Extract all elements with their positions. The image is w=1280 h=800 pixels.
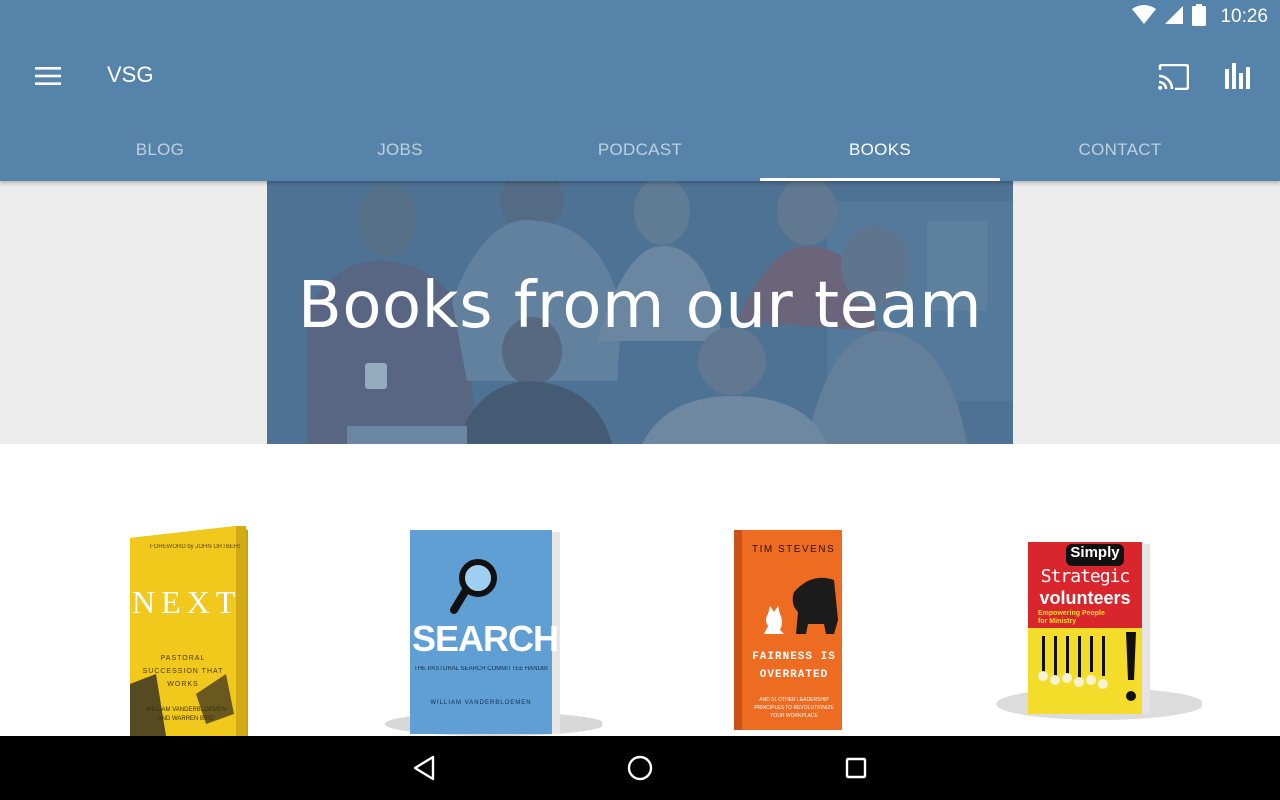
recents-square-icon[interactable] <box>828 748 884 788</box>
book-next[interactable]: FOREWORD by JOHN ORTBERG NEXT PASTORAL S… <box>126 524 256 736</box>
status-bar: 10:26 <box>0 0 1280 33</box>
app-bar: 10:26 VSG BLOG JOBS PODCAST BOOKS CONTAC… <box>0 0 1280 181</box>
book-next-cover-art <box>130 526 248 736</box>
book-next-title: NEXT <box>132 584 242 620</box>
book-next-subtitle: PASTORAL SUCCESSION THAT WORKS <box>142 655 224 688</box>
app-title: VSG <box>107 62 154 87</box>
book-search-title: SEARCH <box>412 618 559 659</box>
home-circle-icon[interactable] <box>612 748 668 788</box>
book-fairness-title: FAIRNESS IS OVERRATED <box>752 651 836 681</box>
books-section: FOREWORD by JOHN ORTBERG NEXT PASTORAL S… <box>0 444 1280 736</box>
back-triangle-icon[interactable] <box>396 748 452 788</box>
book-fairness-author: TIM STEVENS <box>752 544 836 555</box>
book-search[interactable]: SEARCH THE PASTORAL SEARCH COMMITTEE HAN… <box>380 528 602 736</box>
tab-contact[interactable]: CONTACT <box>1000 118 1240 181</box>
tab-bar: BLOG JOBS PODCAST BOOKS CONTACT <box>40 118 1240 181</box>
battery-icon <box>1192 3 1207 31</box>
book-next-authors: WILLIAM VANDERBLOEMEN AND WARREN BIRD <box>145 707 227 722</box>
cell-signal-icon <box>1164 5 1184 30</box>
tab-podcast[interactable]: PODCAST <box>520 118 760 181</box>
book-search-authors: WILLIAM VANDERBLOEMEN <box>430 700 532 706</box>
system-nav-bar <box>0 736 1280 800</box>
book-volunteers-subtitle: Empowering People for Ministry <box>1038 610 1105 625</box>
bar-chart-icon[interactable] <box>1216 56 1258 96</box>
status-icons: 10:26 <box>1132 3 1268 31</box>
toolbar: VSG <box>0 40 1280 110</box>
tab-jobs[interactable]: JOBS <box>280 118 520 181</box>
book-fairness-subtitle: AND 51 OTHER LEADERSHIP PRINCIPLES TO RE… <box>754 697 834 719</box>
book-search-subtitle: THE PASTORAL SEARCH COMMITTEE HANDBOOK <box>414 666 548 672</box>
book-fairness[interactable]: TIM STEVENS FAIRNESS IS OVERRATED AND 51… <box>734 530 844 730</box>
wifi-icon <box>1132 4 1157 30</box>
book-next-foreword: FOREWORD by JOHN ORTBERG <box>150 544 240 550</box>
screen: 10:26 VSG BLOG JOBS PODCAST BOOKS CONTAC… <box>0 0 1280 800</box>
book-volunteers-title-bottom: volunteers <box>1039 588 1131 608</box>
tab-blog[interactable]: BLOG <box>40 118 280 181</box>
book-simply-strategic-volunteers[interactable]: Simply Strategic volunteers Empowering P… <box>990 540 1202 724</box>
tab-books[interactable]: BOOKS <box>760 118 1000 181</box>
cast-icon[interactable] <box>1152 58 1194 96</box>
hamburger-menu-icon[interactable] <box>24 58 72 94</box>
hero-banner: Books from our team <box>267 181 1013 444</box>
status-time: 10:26 <box>1220 6 1268 27</box>
book-volunteers-title-mid: Strategic <box>1040 566 1131 587</box>
hero-title: Books from our team <box>297 269 983 343</box>
book-volunteers-title-top: Simply <box>1070 544 1120 561</box>
